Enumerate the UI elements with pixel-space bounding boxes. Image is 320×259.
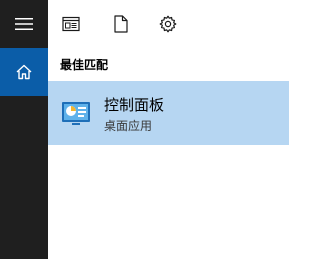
home-icon [15,63,33,81]
result-subtitle: 桌面应用 [104,119,153,133]
documents-filter-button[interactable] [111,14,131,34]
settings-filter-button[interactable] [158,14,178,34]
hamburger-menu-icon [15,17,33,31]
left-rail [0,0,48,259]
best-match-result[interactable]: 控制面板 桌面应用 [48,81,289,145]
best-match-heading: 最佳匹配 [60,58,109,72]
result-title: 控制面板 [104,96,165,114]
home-button[interactable] [0,48,48,96]
menu-button[interactable] [0,0,48,48]
settings-gear-icon [159,15,177,33]
apps-filter-button[interactable] [61,14,81,34]
apps-icon [62,16,80,32]
document-icon [114,15,128,33]
search-filter-bar [48,0,289,48]
control-panel-icon [60,97,92,129]
